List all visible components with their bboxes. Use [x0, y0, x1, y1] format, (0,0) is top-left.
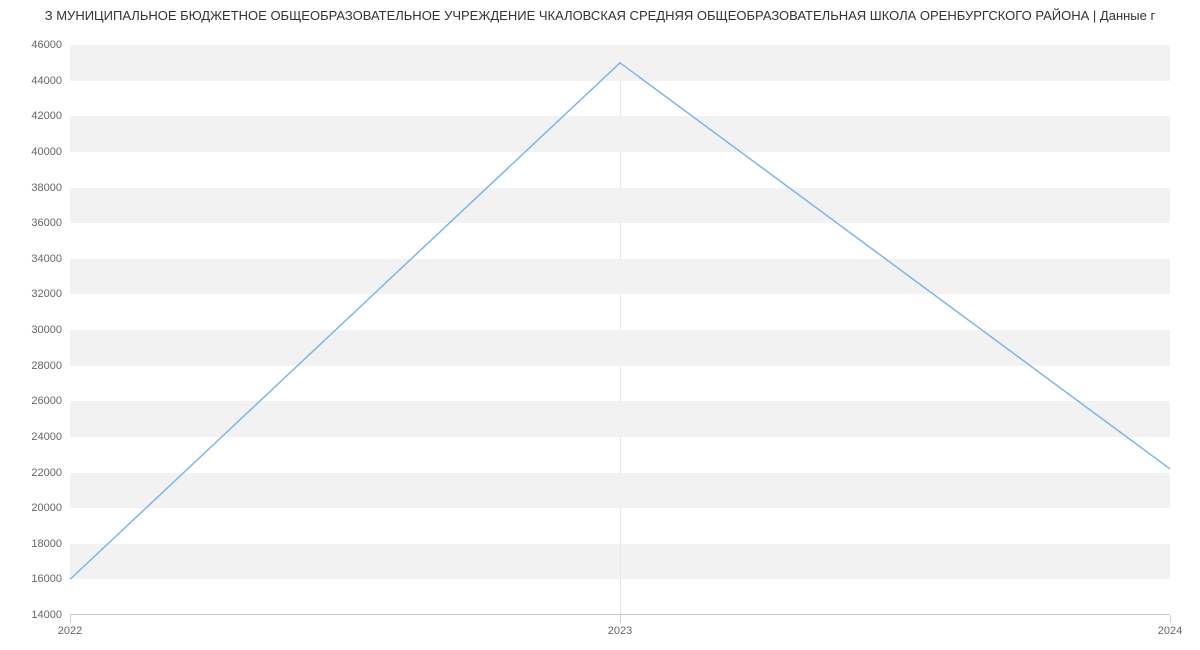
chart-title: З МУНИЦИПАЛЬНОЕ БЮДЖЕТНОЕ ОБЩЕОБРАЗОВАТЕ…	[0, 0, 1200, 31]
line-chart-svg	[70, 45, 1170, 615]
y-tick-label: 30000	[31, 324, 62, 336]
y-tick-label: 20000	[31, 502, 62, 514]
y-tick-label: 16000	[31, 573, 62, 585]
chart-container: 14000 16000 18000 20000 22000 24000 26000 28000…	[0, 30, 1200, 650]
plot-area: 1400016000180002000022000240002600028000…	[70, 45, 1170, 615]
y-tick-label: 38000	[31, 182, 62, 194]
y-tick-label: 32000	[31, 288, 62, 300]
data-line	[70, 63, 1170, 580]
x-tick-label: 2024	[1158, 625, 1182, 637]
y-tick-label: 18000	[31, 538, 62, 550]
x-tick-mark	[70, 615, 71, 623]
y-tick-label: 28000	[31, 360, 62, 372]
y-tick-label: 36000	[31, 217, 62, 229]
y-tick-label: 46000	[31, 39, 62, 51]
x-tick-label: 2022	[58, 625, 82, 637]
x-tick-mark	[620, 615, 621, 623]
y-tick-label: 24000	[31, 431, 62, 443]
y-tick-label: 34000	[31, 253, 62, 265]
y-tick-label: 42000	[31, 110, 62, 122]
y-tick-label: 26000	[31, 395, 62, 407]
y-tick-label: 44000	[31, 75, 62, 87]
y-tick-label: 22000	[31, 467, 62, 479]
y-tick-label: 40000	[31, 146, 62, 158]
y-tick-label: 14000	[31, 609, 62, 621]
x-tick-mark	[1170, 615, 1171, 623]
x-tick-label: 2023	[608, 625, 632, 637]
